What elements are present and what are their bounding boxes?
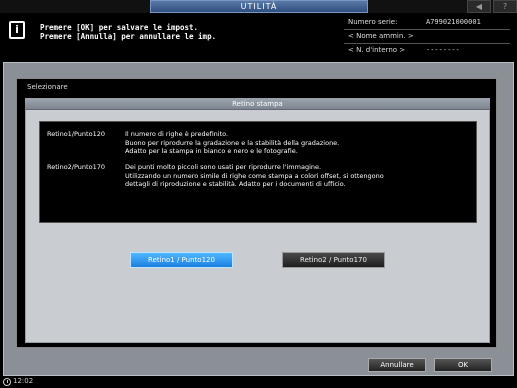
screen-option-120-button[interactable]: Retino1 / Punto120 bbox=[130, 252, 233, 268]
info-divider bbox=[344, 29, 510, 30]
description-label: Retino1/Punto120 bbox=[47, 130, 105, 138]
message-line-2: Premere [Annulla] per annullare le imp. bbox=[40, 32, 217, 41]
ok-button[interactable]: OK bbox=[434, 358, 492, 372]
help-icon-button[interactable]: ? bbox=[493, 0, 517, 13]
description-line: Adatto per la stampa in bianco e nero e … bbox=[125, 147, 298, 156]
internal-number-label: < N. d'interno > bbox=[348, 46, 406, 54]
description-label: Retino2/Punto170 bbox=[47, 163, 105, 171]
info-divider bbox=[344, 43, 510, 44]
device-info-panel: Numero serie: A799021000001 < Nome ammin… bbox=[344, 15, 510, 57]
message-line-1: Premere [OK] per salvare le impost. bbox=[40, 23, 199, 32]
info-icon: i bbox=[9, 21, 25, 39]
screen-option-170-button[interactable]: Retino2 / Punto170 bbox=[282, 252, 385, 268]
serial-value: A799021000001 bbox=[426, 18, 481, 26]
description-line: Dei punti molto piccoli sono usati per r… bbox=[125, 163, 322, 171]
description-line: Utilizzando un numero simile di righe co… bbox=[125, 171, 384, 180]
app-title-tab: UTILITÀ bbox=[150, 0, 368, 13]
admin-name-label: < Nome ammin. > bbox=[348, 32, 414, 40]
clock-icon bbox=[3, 378, 11, 386]
clock-time: 12:02 bbox=[13, 377, 34, 385]
serial-label: Numero serie: bbox=[348, 18, 398, 26]
back-icon-button[interactable]: ◀ bbox=[467, 0, 491, 13]
description-line: Buono per riprodurre la gradazione e la … bbox=[125, 138, 340, 147]
cancel-button[interactable]: Annullare bbox=[368, 358, 426, 372]
description-line: dettagli di riproduzione e stabilità. Ad… bbox=[125, 180, 346, 189]
dialog-title: Selezionare bbox=[27, 83, 68, 91]
internal-number-value: -------- bbox=[426, 46, 460, 54]
section-title: Retino stampa bbox=[25, 99, 490, 110]
description-panel: Retino1/Punto120 Il numero di righe è pr… bbox=[39, 121, 477, 223]
status-bar bbox=[0, 376, 517, 388]
description-line: Il numero di righe è predefinito. bbox=[125, 130, 229, 138]
